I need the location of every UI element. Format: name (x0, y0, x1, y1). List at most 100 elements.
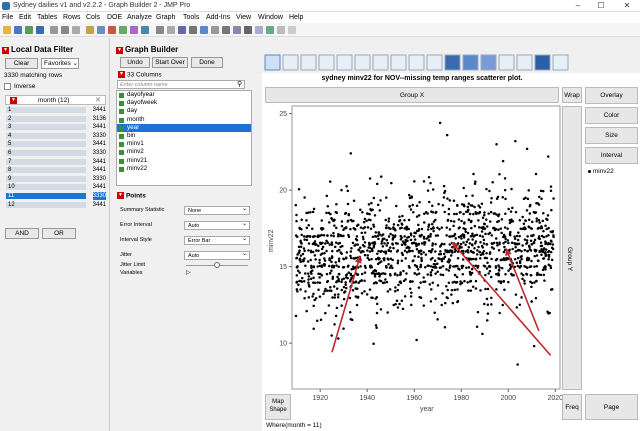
graph-icon[interactable] (141, 26, 149, 34)
menu-edit[interactable]: Edit (19, 14, 31, 21)
color-zone[interactable]: Color (585, 107, 638, 124)
paste-icon[interactable] (72, 26, 80, 34)
oval-icon[interactable] (288, 26, 296, 34)
column-item-minv21[interactable]: minv21 (117, 157, 251, 165)
zoom-icon[interactable] (222, 26, 230, 34)
open-icon[interactable] (3, 26, 11, 34)
menu-tables[interactable]: Tables (37, 14, 57, 21)
column-item-dayofweek[interactable]: dayofweek (117, 99, 251, 107)
line-fit-element-icon[interactable] (336, 54, 353, 71)
done-button[interactable]: Done (191, 57, 223, 68)
table-icon[interactable] (86, 26, 94, 34)
column-item-day[interactable]: day (117, 107, 251, 115)
ellipse-element-icon[interactable] (300, 54, 317, 71)
menu-rows[interactable]: Rows (63, 14, 81, 21)
month-menu-icon[interactable]: ▼ (10, 97, 17, 104)
column-item-minv22[interactable]: minv22 (117, 165, 251, 173)
disk-icon[interactable] (36, 26, 44, 34)
new-icon[interactable] (14, 26, 22, 34)
summary-statistic-dropdown[interactable]: None (184, 205, 250, 215)
freq-zone[interactable]: Freq (562, 394, 582, 420)
annotate-icon[interactable] (244, 26, 252, 34)
wrap-zone[interactable]: Wrap (562, 87, 582, 103)
favorites-dropdown[interactable]: Favorites ⌄ (41, 58, 79, 69)
overlay-zone[interactable]: Overlay (585, 87, 638, 104)
contour-element-icon[interactable] (318, 54, 335, 71)
search-icon[interactable]: ⚲ (237, 80, 242, 88)
area-element-icon[interactable] (390, 54, 407, 71)
line-element-icon[interactable] (354, 54, 371, 71)
move-icon[interactable] (200, 26, 208, 34)
filter-row-month-4[interactable]: 4 3330 (6, 132, 106, 140)
filter-row-month-5[interactable]: 5 3441 (6, 140, 106, 148)
filter-row-month-10[interactable]: 10 3441 (6, 183, 106, 191)
undo-button[interactable]: Undo (120, 57, 150, 68)
caption-element-icon[interactable] (498, 54, 515, 71)
filter-row-month-11[interactable]: 11 3330 (6, 192, 106, 200)
inverse-checkbox[interactable] (4, 83, 11, 90)
maximize-button[interactable]: ☐ (591, 1, 611, 11)
menu-addins[interactable]: Add-Ins (206, 14, 230, 21)
scatter-plot[interactable]: 10 15 20 25 1920 1940 1960 1980 2000 2020 (270, 104, 562, 414)
start-over-button[interactable]: Start Over (152, 57, 188, 68)
parallel-element-icon[interactable] (552, 54, 569, 71)
map-shapes-element-icon[interactable] (534, 54, 551, 71)
menu-help[interactable]: Help (289, 14, 303, 21)
brush-icon[interactable] (178, 26, 186, 34)
save-icon[interactable] (25, 26, 33, 34)
page-zone[interactable]: Page (585, 394, 638, 420)
formula-element-icon[interactable] (516, 54, 533, 71)
group-x-zone[interactable]: Group X (265, 87, 559, 103)
columns-menu-icon[interactable]: ▼ (118, 71, 125, 78)
points-element-icon[interactable] (264, 54, 281, 71)
select-icon[interactable] (189, 26, 197, 34)
polygon-icon[interactable] (266, 26, 274, 34)
help-icon[interactable] (167, 26, 175, 34)
column-list[interactable]: dayofyear dayofweek day month year bin minv1 mi… (116, 90, 252, 186)
scroll-icon[interactable] (211, 26, 219, 34)
copy-icon[interactable] (61, 26, 69, 34)
jitter-dropdown[interactable]: Auto (184, 250, 250, 260)
simple-shape-icon[interactable] (277, 26, 285, 34)
bar-element-icon[interactable] (372, 54, 389, 71)
size-zone[interactable]: Size (585, 127, 638, 144)
filter-row-month-9[interactable]: 9 3330 (6, 175, 106, 183)
filter-row-month-3[interactable]: 3 3441 (6, 123, 106, 131)
column-item-month[interactable]: month (117, 116, 251, 124)
treemap-element-icon[interactable] (480, 54, 497, 71)
analyze-icon[interactable] (130, 26, 138, 34)
menu-tools[interactable]: Tools (183, 14, 199, 21)
points-menu-icon[interactable]: ▼ (117, 192, 124, 199)
or-button[interactable]: OR (42, 228, 76, 239)
column-item-minv2[interactable]: minv2 (117, 148, 251, 156)
filter-menu-icon[interactable]: ▼ (2, 46, 9, 54)
error-interval-dropdown[interactable]: Auto (184, 220, 250, 230)
filter-row-month-6[interactable]: 6 3330 (6, 149, 106, 157)
group-y-zone[interactable]: Group Y (562, 106, 582, 390)
heatmap-element-icon[interactable] (444, 54, 461, 71)
line-icon[interactable] (255, 26, 263, 34)
remove-icon[interactable]: ✕ (95, 96, 101, 104)
filter-row-month-7[interactable]: 7 3441 (6, 158, 106, 166)
column-item-bin[interactable]: bin (117, 132, 251, 140)
script-icon[interactable] (97, 26, 105, 34)
filter-row-month-1[interactable]: 1 3441 (6, 106, 106, 114)
menu-window[interactable]: Window (258, 14, 283, 21)
filter-row-month-8[interactable]: 8 3441 (6, 166, 106, 174)
column-item-minv1[interactable]: minv1 (117, 140, 251, 148)
box-plot-element-icon[interactable] (408, 54, 425, 71)
filter-row-month-12[interactable]: 12 3441 (6, 201, 106, 209)
interval-zone[interactable]: Interval (585, 147, 638, 164)
menu-cols[interactable]: Cols (86, 14, 100, 21)
jitter-limit-slider-thumb[interactable] (214, 262, 220, 268)
smoother-element-icon[interactable] (282, 54, 299, 71)
clear-button[interactable]: Clear (5, 58, 38, 69)
builder-menu-icon[interactable]: ▼ (116, 46, 123, 54)
cut-icon[interactable] (50, 26, 58, 34)
column-item-year[interactable]: year (117, 123, 251, 132)
variables-expand-icon[interactable]: ▷ (186, 269, 191, 276)
pie-element-icon[interactable] (462, 54, 479, 71)
interval-style-dropdown[interactable]: Error Bar (184, 235, 250, 245)
menu-doe[interactable]: DOE (107, 14, 122, 21)
close-button[interactable]: ✕ (617, 1, 637, 11)
